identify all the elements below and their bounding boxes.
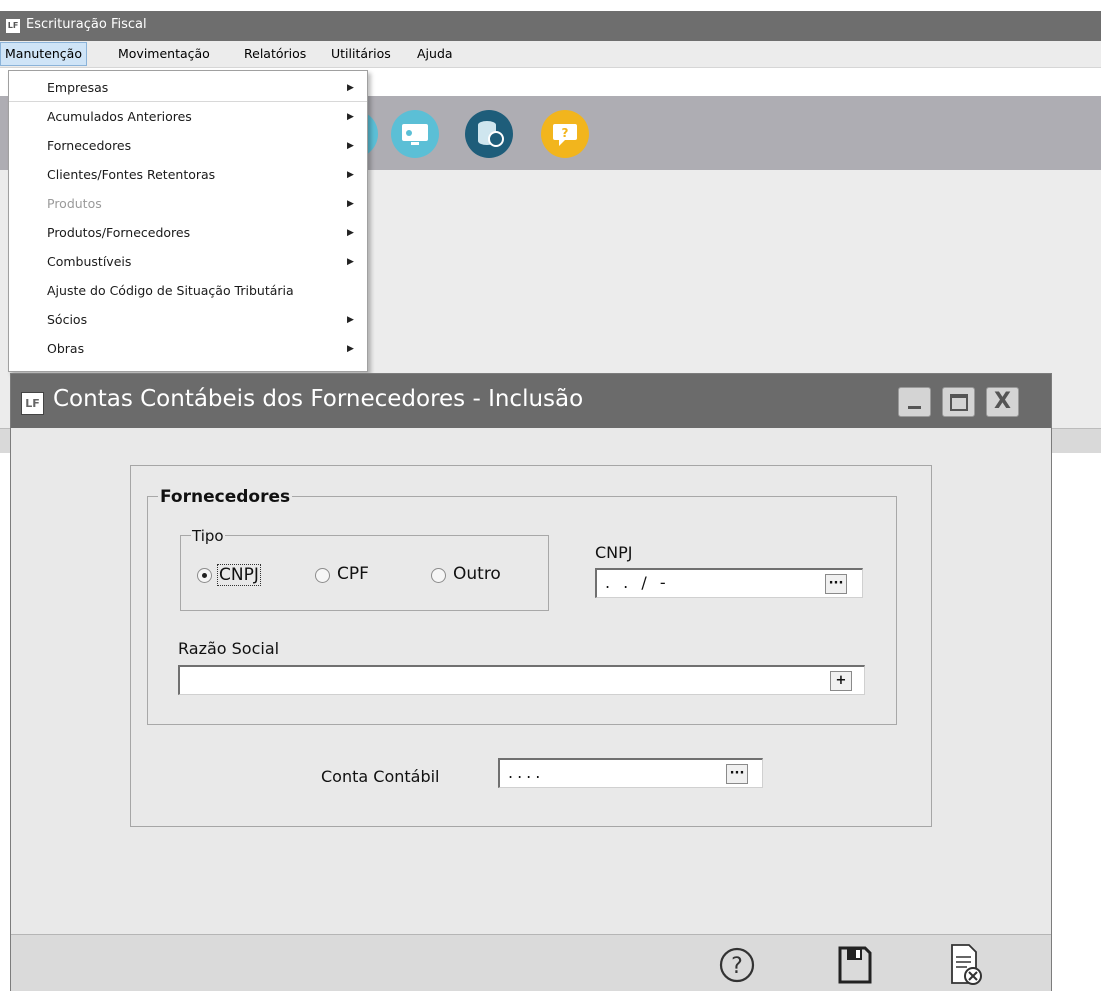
document-cancel-icon bbox=[951, 944, 982, 985]
dialog-title-bar[interactable]: LF Contas Contábeis dos Fornecedores - I… bbox=[11, 374, 1051, 428]
menu-item-empresas[interactable]: Empresas ▶ bbox=[9, 75, 367, 101]
database-button[interactable] bbox=[465, 110, 513, 158]
menu-item-combustiveis[interactable]: Combustíveis ▶ bbox=[9, 249, 367, 275]
maximize-button[interactable] bbox=[942, 387, 975, 417]
cnpj-label: CNPJ bbox=[595, 543, 633, 562]
app-logo-icon: LF bbox=[6, 19, 20, 33]
app-title: Escrituração Fiscal bbox=[26, 17, 147, 32]
submenu-arrow-icon: ▶ bbox=[347, 112, 354, 122]
monitor-button[interactable] bbox=[391, 110, 439, 158]
svg-text:?: ? bbox=[562, 126, 569, 140]
radio-outro[interactable] bbox=[431, 568, 446, 583]
dialog-title: Contas Contábeis dos Fornecedores - Incl… bbox=[53, 386, 584, 412]
submenu-arrow-icon: ▶ bbox=[347, 83, 354, 93]
radio-outro-label[interactable]: Outro bbox=[453, 564, 501, 584]
menu-utilitarios[interactable]: Utilitários bbox=[327, 41, 395, 67]
menu-item-label: Produtos bbox=[47, 196, 102, 211]
menu-item-clientes-fontes-retentoras[interactable]: Clientes/Fontes Retentoras ▶ bbox=[9, 162, 367, 188]
radio-cpf-label[interactable]: CPF bbox=[337, 564, 369, 584]
minimize-button[interactable] bbox=[898, 387, 931, 417]
manutencao-dropdown-menu: Empresas ▶ Acumulados Anteriores ▶ Forne… bbox=[8, 70, 368, 372]
menu-item-label: Fornecedores bbox=[47, 138, 132, 153]
menu-item-label: Ajuste do Código de Situação Tributária bbox=[47, 283, 294, 298]
monitor-icon bbox=[402, 124, 428, 145]
menu-relatorios[interactable]: Relatórios bbox=[240, 41, 310, 67]
tipo-legend: Tipo bbox=[191, 527, 225, 545]
radio-cnpj[interactable] bbox=[197, 568, 212, 583]
svg-text:?: ? bbox=[731, 954, 743, 979]
submenu-arrow-icon: ▶ bbox=[347, 170, 354, 180]
radio-cpf[interactable] bbox=[315, 568, 330, 583]
razao-social-add-button[interactable]: + bbox=[830, 671, 852, 691]
conta-contabil-label: Conta Contábil bbox=[321, 767, 440, 786]
fornecedores-group: Fornecedores Tipo CNPJ CPF Outro CNPJ . … bbox=[147, 487, 897, 725]
save-button[interactable] bbox=[837, 945, 873, 985]
cancel-button[interactable] bbox=[949, 943, 983, 987]
menu-item-obras[interactable]: Obras ▶ bbox=[9, 336, 367, 362]
menu-item-ajuste-cst[interactable]: Ajuste do Código de Situação Tributária bbox=[9, 278, 367, 304]
submenu-arrow-icon: ▶ bbox=[347, 315, 354, 325]
menu-item-label: Sócios bbox=[47, 312, 88, 327]
database-icon bbox=[478, 121, 504, 147]
radio-cnpj-label[interactable]: CNPJ bbox=[217, 564, 261, 586]
menu-ajuda[interactable]: Ajuda bbox=[413, 41, 457, 67]
cnpj-input[interactable]: . . / - ··· bbox=[595, 568, 863, 598]
menu-item-label: Clientes/Fontes Retentoras bbox=[47, 167, 216, 182]
menu-item-label: Empresas bbox=[47, 80, 109, 95]
contas-contabeis-dialog: LF Contas Contábeis dos Fornecedores - I… bbox=[10, 373, 1052, 991]
group-title: Fornecedores bbox=[158, 487, 293, 507]
conta-contabil-input[interactable]: .... ··· bbox=[498, 758, 763, 788]
app-title-bar: LF Escrituração Fiscal bbox=[0, 11, 1101, 41]
submenu-arrow-icon: ▶ bbox=[347, 199, 354, 209]
cnpj-lookup-button[interactable]: ··· bbox=[825, 574, 847, 594]
menu-item-socios[interactable]: Sócios ▶ bbox=[9, 307, 367, 333]
menu-item-produtos-fornecedores[interactable]: Produtos/Fornecedores ▶ bbox=[9, 220, 367, 246]
floppy-disk-icon bbox=[838, 946, 872, 984]
help-chat-icon: ? bbox=[553, 124, 577, 146]
help-icon: ? bbox=[719, 947, 755, 983]
menu-item-produtos: Produtos ▶ bbox=[9, 191, 367, 217]
menu-manutencao[interactable]: Manutenção bbox=[0, 42, 87, 66]
menu-item-acumulados-anteriores[interactable]: Acumulados Anteriores ▶ bbox=[9, 104, 367, 130]
tipo-group: Tipo CNPJ CPF Outro bbox=[180, 527, 549, 611]
menu-item-label: Produtos/Fornecedores bbox=[47, 225, 191, 240]
help-chat-button[interactable]: ? bbox=[541, 110, 589, 158]
form-panel: Fornecedores Tipo CNPJ CPF Outro CNPJ . … bbox=[130, 465, 932, 827]
menu-item-label: Acumulados Anteriores bbox=[47, 109, 192, 124]
submenu-arrow-icon: ▶ bbox=[347, 141, 354, 151]
razao-social-input[interactable]: + bbox=[178, 665, 865, 695]
dialog-footer: ? bbox=[11, 934, 1051, 991]
cnpj-value: . . / - bbox=[605, 573, 670, 592]
conta-contabil-value: .... bbox=[508, 763, 545, 782]
close-button[interactable]: X bbox=[986, 387, 1019, 417]
dialog-logo-icon: LF bbox=[21, 392, 44, 415]
menu-movimentacao[interactable]: Movimentação bbox=[114, 41, 214, 67]
menu-item-label: Combustíveis bbox=[47, 254, 132, 269]
submenu-arrow-icon: ▶ bbox=[347, 344, 354, 354]
submenu-arrow-icon: ▶ bbox=[347, 228, 354, 238]
menu-item-fornecedores[interactable]: Fornecedores ▶ bbox=[9, 133, 367, 159]
conta-contabil-lookup-button[interactable]: ··· bbox=[726, 764, 748, 784]
menu-separator bbox=[9, 101, 367, 102]
razao-social-label: Razão Social bbox=[178, 639, 280, 658]
help-button[interactable]: ? bbox=[719, 947, 755, 983]
menu-item-label: Obras bbox=[47, 341, 85, 356]
menu-bar: Manutenção Movimentação Relatórios Utili… bbox=[0, 41, 1101, 68]
submenu-arrow-icon: ▶ bbox=[347, 257, 354, 267]
